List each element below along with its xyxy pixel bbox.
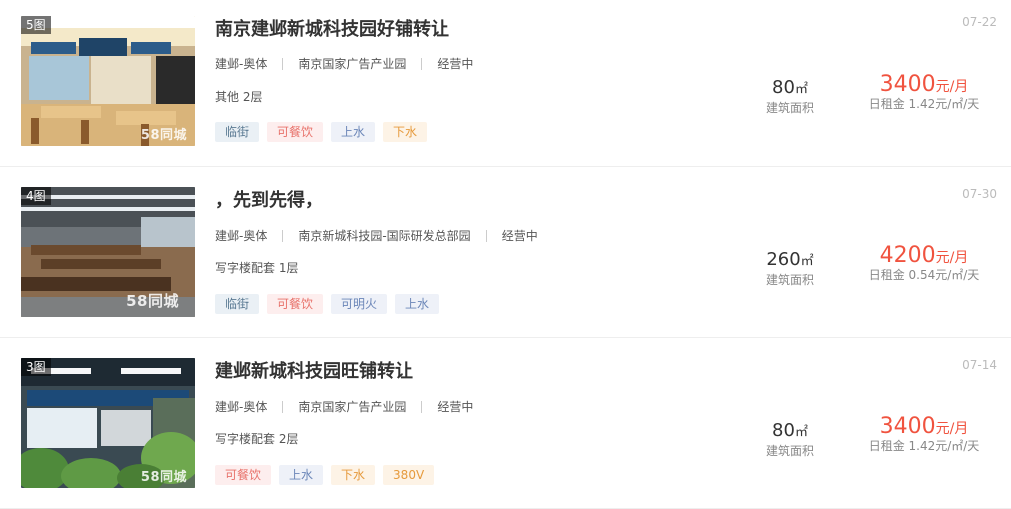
- listing-item[interactable]: 5图 58同城 南京建邺新城科技园好铺转让 建邺-奥体 南京国家广告产业园 经营…: [0, 0, 1011, 167]
- floor-info: 写字楼配套 1层: [215, 261, 299, 275]
- photo-count-badge: 4图: [21, 187, 51, 205]
- tag-list: 临街 可餐饮 可明火 上水: [215, 294, 440, 314]
- feature-tag: 上水: [331, 122, 376, 142]
- daily-rent: 日租金 1.42元/㎡/天: [868, 97, 980, 111]
- meta-divider: [282, 57, 284, 70]
- tag-list: 临街 可餐饮 上水 下水: [215, 122, 428, 142]
- area-value: 80㎡: [772, 77, 808, 98]
- daily-rent: 日租金 1.42元/㎡/天: [868, 439, 980, 453]
- daily-rent: 日租金 0.54元/㎡/天: [868, 268, 980, 282]
- meta-divider: [282, 400, 284, 413]
- area-label: 建筑面积: [765, 273, 814, 287]
- location-label[interactable]: 南京国家广告产业园: [298, 398, 406, 415]
- area-label: 建筑面积: [765, 444, 814, 458]
- feature-tag: 380V: [383, 465, 435, 485]
- feature-tag: 上水: [279, 465, 324, 485]
- district-label[interactable]: 建邺-奥体: [215, 398, 267, 415]
- district-label[interactable]: 建邺-奥体: [215, 55, 267, 72]
- meta-divider: [485, 229, 487, 242]
- listing-title[interactable]: ，先到先得，: [215, 186, 323, 212]
- district-label[interactable]: 建邺-奥体: [215, 227, 267, 244]
- feature-tag: 可明火: [331, 294, 388, 314]
- feature-tag: 下水: [383, 122, 428, 142]
- meta-divider: [282, 229, 284, 242]
- watermark-logo: 58同城: [140, 128, 187, 143]
- area-block: 80㎡ 建筑面积: [750, 77, 830, 116]
- price-block: 3400元/月 日租金 1.42元/㎡/天: [862, 414, 986, 454]
- location-label[interactable]: 南京国家广告产业园: [298, 55, 406, 72]
- monthly-price: 3400元/月: [879, 414, 969, 439]
- photo-count-badge: 3图: [21, 358, 51, 376]
- post-date: 07-22: [962, 15, 997, 29]
- location-label[interactable]: 南京新城科技园-国际研发总部园: [298, 227, 470, 244]
- listing-photo[interactable]: 3图 58同城: [21, 358, 195, 488]
- listing-item[interactable]: 3图 58同城 建邺新城科技园旺铺转让 建邺-奥体 南京国家广告产业园 经营中 …: [0, 338, 1011, 509]
- photo-count-badge: 5图: [21, 16, 51, 34]
- area-block: 80㎡ 建筑面积: [750, 420, 830, 459]
- post-date: 07-14: [962, 358, 997, 372]
- listing-meta: 建邺-奥体 南京国家广告产业园 经营中: [215, 55, 473, 72]
- price-block: 3400元/月 日租金 1.42元/㎡/天: [862, 72, 986, 112]
- listing-meta: 建邺-奥体 南京国家广告产业园 经营中: [215, 398, 473, 415]
- feature-tag: 可餐饮: [215, 465, 272, 485]
- feature-tag: 临街: [215, 122, 260, 142]
- floor-info: 其他 2层: [215, 90, 263, 104]
- monthly-price: 3400元/月: [879, 72, 969, 97]
- feature-tag: 上水: [395, 294, 440, 314]
- status-label: 经营中: [437, 57, 474, 71]
- feature-tag: 可餐饮: [267, 294, 324, 314]
- area-block: 260㎡ 建筑面积: [750, 249, 830, 288]
- status-label: 经营中: [501, 229, 538, 243]
- area-value: 80㎡: [772, 420, 808, 441]
- listing-photo[interactable]: 4图 58同城: [21, 187, 195, 317]
- area-value: 260㎡: [766, 249, 814, 270]
- floor-info: 写字楼配套 2层: [215, 432, 299, 446]
- feature-tag: 可餐饮: [267, 122, 324, 142]
- listing-list: 5图 58同城 南京建邺新城科技园好铺转让 建邺-奥体 南京国家广告产业园 经营…: [0, 0, 1011, 509]
- listing-item[interactable]: 4图 58同城 ，先到先得， 建邺-奥体 南京新城科技园-国际研发总部园 经营中…: [0, 167, 1011, 338]
- monthly-price: 4200元/月: [879, 243, 969, 268]
- listing-title[interactable]: 南京建邺新城科技园好铺转让: [215, 15, 449, 41]
- listing-title[interactable]: 建邺新城科技园旺铺转让: [215, 357, 413, 383]
- price-block: 4200元/月 日租金 0.54元/㎡/天: [862, 243, 986, 283]
- feature-tag: 临街: [215, 294, 260, 314]
- tag-list: 可餐饮 上水 下水 380V: [215, 465, 435, 485]
- watermark-logo: 58同城: [126, 292, 179, 310]
- meta-divider: [421, 57, 423, 70]
- post-date: 07-30: [962, 187, 997, 201]
- meta-divider: [421, 400, 423, 413]
- feature-tag: 下水: [331, 465, 376, 485]
- status-label: 经营中: [437, 400, 474, 414]
- watermark-logo: 58同城: [140, 470, 187, 485]
- listing-photo[interactable]: 5图 58同城: [21, 16, 195, 146]
- area-label: 建筑面积: [765, 101, 814, 115]
- listing-meta: 建邺-奥体 南京新城科技园-国际研发总部园 经营中: [215, 227, 538, 244]
